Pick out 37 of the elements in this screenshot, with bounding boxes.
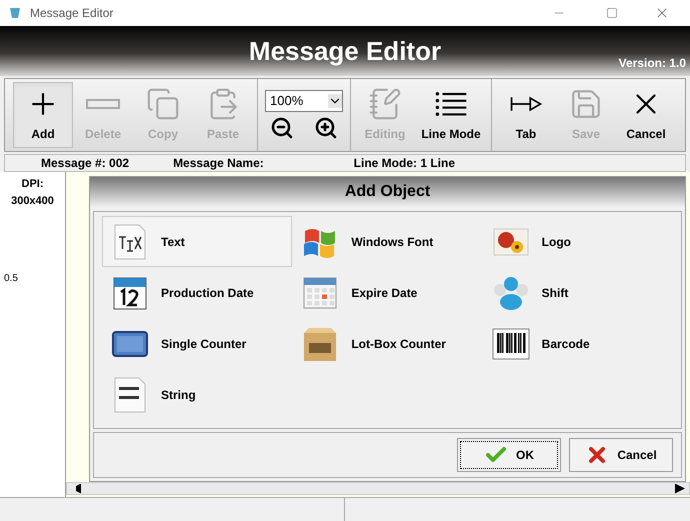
info-text: Message Name: [173, 155, 264, 172]
header-title: Message Editor [248, 34, 442, 68]
object-option[interactable]: Logo [482, 216, 673, 267]
dialog-title: Add Object [344, 182, 430, 202]
copy-icon [146, 87, 180, 121]
object-option[interactable]: String [102, 369, 292, 420]
object-option[interactable]: Production Date [102, 267, 292, 318]
zoom-in-icon[interactable] [314, 116, 338, 140]
scroll-right-icon[interactable] [675, 484, 685, 494]
object-option[interactable]: Text [102, 216, 292, 267]
ruler-mark-label: 0.5 [4, 272, 18, 286]
object-option[interactable]: Windows Font [292, 216, 483, 267]
object-option[interactable]: Lot-Box Counter [292, 318, 483, 369]
toolbar-button[interactable]: Cancel [616, 82, 676, 148]
toolbar-button[interactable]: Add [13, 82, 73, 148]
zoom-dropdown[interactable]: 100% [265, 90, 343, 112]
ok-button[interactable]: OK [457, 438, 561, 472]
window-title: Message Editor [30, 5, 114, 22]
notepad-pencil-icon [368, 87, 402, 121]
app-icon [8, 6, 22, 20]
minus-icon [86, 99, 120, 109]
version-label: Version: 1.0 [618, 55, 686, 72]
dpi-value: 300x400 [11, 194, 54, 208]
save-icon [569, 87, 603, 121]
cancel-button[interactable]: Cancel [569, 438, 673, 472]
object-option[interactable]: Barcode [482, 318, 673, 369]
zoom-out-icon[interactable] [270, 116, 294, 140]
toolbar-button[interactable]: Line Mode [415, 82, 487, 148]
toolbar-button[interactable]: Tab [496, 82, 556, 148]
info-text: Line Mode: 1 Line [354, 155, 455, 172]
object-option[interactable]: Single Counter [102, 318, 292, 369]
dpi-label: DPI: [22, 177, 44, 192]
horizontal-scrollbar[interactable] [66, 482, 690, 495]
maximize-icon[interactable] [606, 7, 618, 19]
object-option[interactable]: Expire Date [292, 267, 483, 318]
object-option[interactable]: Shift [482, 267, 673, 318]
info-text: Message #: 002 [41, 155, 130, 172]
